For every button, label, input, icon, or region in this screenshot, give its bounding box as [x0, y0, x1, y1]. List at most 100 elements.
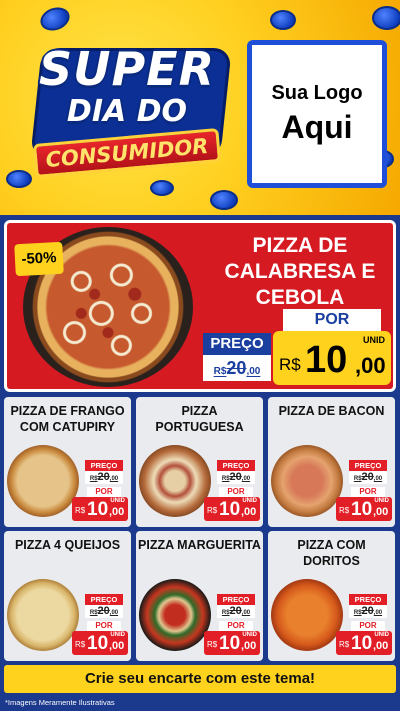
old-price-int: 20 — [97, 471, 110, 483]
new-currency: R$ — [207, 506, 218, 515]
logo-placeholder: Sua Logo Aqui — [247, 40, 387, 188]
price-label: PREÇO — [349, 594, 387, 605]
price-label: PREÇO — [85, 460, 123, 471]
new-price-dec: ,00 — [109, 506, 125, 518]
old-currency: R$ — [353, 610, 362, 616]
old-currency: R$ — [89, 610, 98, 616]
unit-label: UNID — [374, 632, 389, 638]
new-price-dec: ,00 — [373, 506, 389, 518]
campaign-title: SUPER DIA DO CONSUMIDOR — [14, 38, 240, 179]
old-price-int: 20 — [229, 605, 242, 617]
old-price-dec: ,00 — [246, 366, 261, 377]
price-label: PREÇO — [349, 460, 387, 471]
product-grid: PIZZA DE FRANGO COM CATUPIRY PREÇO R$20,… — [4, 397, 396, 661]
price-label: PREÇO — [85, 594, 123, 605]
product-name: PIZZA MARGUERITA — [138, 538, 261, 552]
product-card: PIZZA COM DORITOS PREÇO R$20,00 POR UNID… — [268, 531, 395, 661]
price-label: PREÇO — [217, 594, 255, 605]
new-price: UNID R$ 10 ,00 — [72, 497, 128, 521]
unit-label: UNID — [242, 498, 257, 504]
new-price: UNID R$ 10 ,00 — [336, 497, 392, 521]
old-price: R$20,00 — [217, 605, 255, 618]
new-price-int: 10 — [87, 633, 109, 654]
new-currency: R$ — [339, 506, 350, 515]
por-label: POR — [87, 487, 121, 497]
old-price-int: 20 — [361, 605, 374, 617]
logo-text-line1: Sua Logo — [271, 82, 363, 104]
pizza-image — [271, 445, 343, 517]
old-price-int: 20 — [97, 605, 110, 617]
old-price-int: 20 — [361, 471, 374, 483]
por-label: POR — [351, 487, 385, 497]
header-banner: SUPER DIA DO CONSUMIDOR Sua Logo Aqui — [0, 0, 400, 215]
new-price-int: 10 — [219, 499, 241, 520]
coin-icon — [210, 190, 238, 210]
title-dia-do: DIA DO — [66, 94, 188, 129]
coin-icon — [150, 180, 174, 196]
new-currency: R$ — [207, 640, 218, 649]
unit-label: UNID — [363, 335, 385, 345]
old-currency: R$ — [89, 476, 98, 482]
logo-inner: Sua Logo Aqui — [252, 45, 382, 183]
new-price-dec: ,00 — [241, 506, 257, 518]
title-super: SUPER — [38, 42, 216, 96]
old-currency: R$ — [221, 610, 230, 616]
cta-banner[interactable]: Crie seu encarte com este tema! — [4, 665, 396, 693]
pizza-image — [139, 445, 211, 517]
unit-label: UNID — [374, 498, 389, 504]
product-name: PIZZA 4 QUEIJOS — [14, 538, 121, 552]
old-price: R$20,00 — [85, 471, 123, 484]
product-name: PIZZA PORTUGUESA — [155, 404, 244, 434]
discount-badge: -50% — [14, 241, 64, 277]
old-price-dec: ,00 — [241, 476, 251, 482]
new-price-dec: ,00 — [241, 640, 257, 652]
disclaimer-text: *Imagens Meramente Ilustrativas — [5, 698, 115, 707]
product-name: PIZZA DE FRANGO COM CATUPIRY — [10, 404, 125, 434]
old-price-int: 20 — [229, 471, 242, 483]
new-price-dec: ,00 — [373, 640, 389, 652]
featured-product-name: PIZZA DE CALABRESA E CEBOLA — [224, 234, 376, 309]
new-price: UNID R$ 10 ,00 — [204, 497, 260, 521]
unit-label: UNID — [110, 632, 125, 638]
por-label: POR — [219, 487, 253, 497]
new-price-dec: ,00 — [355, 353, 386, 378]
old-price-dec: ,00 — [373, 476, 383, 482]
old-price-dec: ,00 — [109, 476, 119, 482]
product-card: PIZZA DE BACON PREÇO R$20,00 POR UNID R$… — [268, 397, 395, 527]
new-currency: R$ — [75, 506, 86, 515]
new-price-int: 10 — [87, 499, 109, 520]
pizza-image — [7, 445, 79, 517]
new-price-int: 10 — [351, 633, 373, 654]
new-price-int: 10 — [219, 633, 241, 654]
featured-new-price: UNID R$ 10 ,00 — [273, 331, 391, 385]
old-price-dec: ,00 — [373, 610, 383, 616]
por-label: POR — [87, 621, 121, 631]
old-price: R$20,00 — [85, 605, 123, 618]
new-currency: R$ — [339, 640, 350, 649]
new-price-dec: ,00 — [109, 640, 125, 652]
coin-icon — [372, 6, 400, 30]
featured-old-price: R$20,00 — [203, 355, 271, 381]
featured-offer: -50% PIZZA DE CALABRESA E CEBOLA PREÇO R… — [4, 220, 396, 392]
por-label: POR — [351, 621, 385, 631]
featured-price-label: PREÇO — [203, 333, 271, 355]
old-price: R$20,00 — [217, 471, 255, 484]
new-currency: R$ — [75, 640, 86, 649]
old-price-dec: ,00 — [241, 610, 251, 616]
old-price: R$20,00 — [349, 605, 387, 618]
new-price: UNID R$ 10 ,00 — [204, 631, 260, 655]
new-price: UNID R$ 10 ,00 — [72, 631, 128, 655]
pizza-image — [271, 579, 343, 651]
product-card: PIZZA 4 QUEIJOS PREÇO R$20,00 POR UNID R… — [4, 531, 131, 661]
product-name: PIZZA COM DORITOS — [297, 538, 366, 568]
old-price-int: 20 — [226, 358, 247, 378]
coin-icon — [270, 10, 296, 30]
coin-icon — [37, 3, 73, 35]
new-price-int: 10 — [305, 339, 348, 381]
product-card: PIZZA DE FRANGO COM CATUPIRY PREÇO R$20,… — [4, 397, 131, 527]
old-currency: R$ — [213, 366, 227, 377]
old-price-dec: ,00 — [109, 610, 119, 616]
featured-por-label: POR — [283, 309, 381, 331]
old-currency: R$ — [353, 476, 362, 482]
product-name: PIZZA DE BACON — [278, 404, 385, 418]
